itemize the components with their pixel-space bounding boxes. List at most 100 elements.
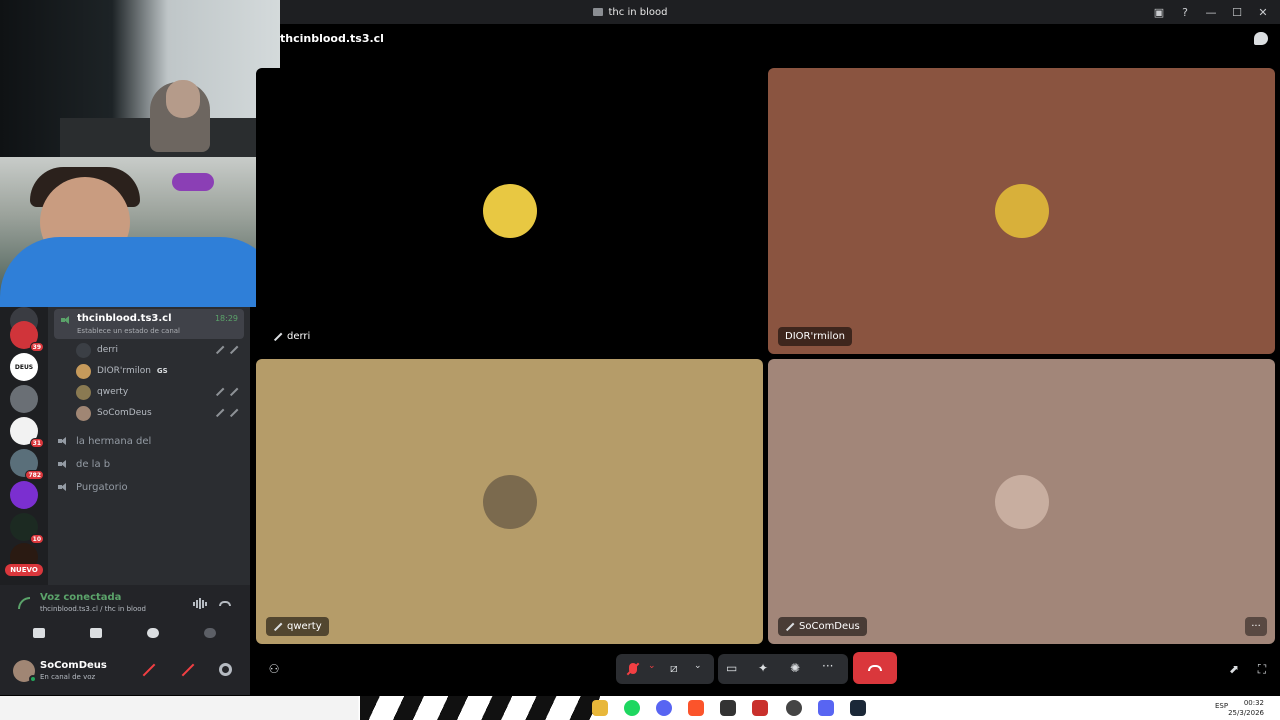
video-tile[interactable]: DIOR'rmilon bbox=[768, 68, 1275, 354]
muted-icon bbox=[273, 332, 283, 342]
discord-icon[interactable] bbox=[818, 700, 834, 716]
server-icon-4[interactable]: 31 bbox=[10, 417, 44, 448]
mic-camera-group: ⌄ ⧄ ⌄ bbox=[616, 654, 714, 684]
camera-off-icon bbox=[33, 628, 45, 638]
muted-icon bbox=[214, 345, 224, 355]
disconnect-icon[interactable] bbox=[219, 601, 231, 606]
mic-muted-icon[interactable] bbox=[626, 662, 640, 676]
more-icon[interactable]: ··· bbox=[822, 659, 833, 673]
camera-off-button[interactable] bbox=[12, 622, 66, 644]
headphones-deafened-icon[interactable] bbox=[181, 663, 195, 677]
online-status-dot bbox=[29, 675, 37, 683]
noise-suppression-icon[interactable] bbox=[193, 598, 207, 609]
voice-channel[interactable]: de la b bbox=[58, 455, 110, 473]
voice-channel-name: Purgatorio bbox=[76, 481, 128, 493]
app-icon[interactable] bbox=[786, 700, 802, 716]
invite-user-icon[interactable]: ⚇ bbox=[262, 654, 286, 684]
server-icon-deus[interactable]: DEUS bbox=[10, 353, 38, 381]
member-name: DIOR'rmilon bbox=[97, 366, 151, 376]
voice-channel[interactable]: Purgatorio bbox=[58, 478, 128, 496]
gear-icon[interactable] bbox=[219, 663, 232, 676]
close-button[interactable]: ✕ bbox=[1252, 2, 1274, 22]
voice-member[interactable]: DIOR'rmilon GS bbox=[76, 362, 242, 380]
fullscreen-icon[interactable]: ⛶ bbox=[1252, 654, 1272, 684]
help-icon[interactable]: ? bbox=[1174, 2, 1196, 22]
leave-call-button[interactable] bbox=[853, 652, 897, 684]
chevron-down-icon[interactable]: ⌄ bbox=[694, 661, 702, 671]
video-tile[interactable]: derri bbox=[256, 68, 763, 354]
avatar bbox=[995, 475, 1049, 529]
soundboard-icon[interactable]: ✺ bbox=[790, 661, 800, 675]
video-tile[interactable]: SoComDeus ··· bbox=[768, 359, 1275, 644]
app-icon[interactable] bbox=[656, 700, 672, 716]
inbox-icon[interactable]: ▣ bbox=[1148, 2, 1170, 22]
member-tag: GS bbox=[156, 367, 168, 375]
server-icon-6[interactable] bbox=[10, 481, 38, 509]
avatar bbox=[76, 405, 91, 421]
server-icon-5[interactable]: 782 bbox=[10, 449, 44, 480]
camera-off-icon[interactable]: ⧄ bbox=[670, 661, 678, 676]
maximize-button[interactable]: ☐ bbox=[1226, 2, 1248, 22]
more-options-button[interactable]: ··· bbox=[1245, 617, 1267, 636]
window-app-icon bbox=[592, 8, 603, 16]
voice-member[interactable]: SoComDeus bbox=[76, 404, 242, 422]
deafened-icon bbox=[228, 345, 238, 355]
chat-icon[interactable] bbox=[1254, 32, 1268, 45]
clock-date: 25/3/2026 bbox=[1228, 709, 1264, 717]
screen-share-icon[interactable]: ▭ bbox=[726, 661, 737, 675]
mic-muted-icon[interactable] bbox=[142, 663, 156, 677]
clock[interactable]: 00:32 25/3/2026 bbox=[1228, 698, 1264, 718]
call-controls: ⚇ ⌄ ⧄ ⌄ ▭ ✦ ✺ ··· ⬈ ⛶ bbox=[256, 648, 1280, 690]
minimize-button[interactable]: — bbox=[1200, 2, 1222, 22]
file-explorer-icon[interactable] bbox=[592, 700, 608, 716]
voice-channel[interactable]: la hermana del bbox=[58, 432, 151, 450]
voice-connected-title[interactable]: Voz conectada bbox=[40, 592, 121, 603]
server-icon-1[interactable]: 39 bbox=[10, 321, 44, 352]
voice-connected-subtitle[interactable]: thcinblood.ts3.cl / thc in blood bbox=[40, 605, 146, 613]
share-activity-group: ▭ ✦ ✺ ··· bbox=[718, 654, 848, 684]
participant-name: derri bbox=[287, 331, 311, 342]
video-tile[interactable]: qwerty bbox=[256, 359, 763, 644]
popout-icon[interactable]: ⬈ bbox=[1224, 654, 1244, 684]
chevron-down-icon[interactable]: ⌄ bbox=[648, 661, 656, 671]
soundboard-icon bbox=[204, 628, 216, 638]
deafened-icon bbox=[228, 408, 238, 418]
channel-status-hint[interactable]: Establece un estado de canal bbox=[77, 327, 180, 335]
webcam-overlay-guest bbox=[0, 157, 280, 307]
voice-member[interactable]: derri bbox=[76, 341, 242, 359]
screen-share-button[interactable] bbox=[69, 622, 123, 644]
server-icon-7[interactable]: 10 bbox=[10, 513, 44, 544]
avatar bbox=[76, 363, 91, 379]
new-badge[interactable]: NUEVO bbox=[5, 564, 43, 576]
deafened-icon bbox=[228, 387, 238, 397]
brave-icon[interactable] bbox=[688, 700, 704, 716]
server-rail: 39 DEUS 31 782 10 NUEVO bbox=[0, 307, 48, 585]
participant-label: SoComDeus bbox=[778, 617, 867, 636]
phone-hangup-icon bbox=[868, 665, 882, 671]
app-icon[interactable] bbox=[752, 700, 768, 716]
app-icon[interactable] bbox=[720, 700, 736, 716]
active-voice-channel[interactable]: thcinblood.ts3.cl Establece un estado de… bbox=[54, 309, 244, 339]
user-name[interactable]: SoComDeus bbox=[40, 660, 107, 671]
window-title-bar: thc in blood ▣ ? — ☐ ✕ bbox=[280, 0, 1280, 24]
steam-icon[interactable] bbox=[850, 700, 866, 716]
webcam-overlay-streamer bbox=[0, 0, 280, 157]
webcam-person-head bbox=[166, 80, 200, 118]
user-status: En canal de voz bbox=[40, 673, 96, 681]
active-channel-name: thcinblood.ts3.cl bbox=[77, 313, 172, 324]
taskbar-wallpaper-stripes bbox=[360, 696, 600, 720]
voice-member[interactable]: qwerty bbox=[76, 383, 242, 401]
keyboard-language[interactable]: ESP bbox=[1215, 702, 1228, 710]
avatar bbox=[995, 184, 1049, 238]
muted-icon bbox=[214, 387, 224, 397]
soundboard-button[interactable] bbox=[183, 622, 237, 644]
activities-button[interactable] bbox=[126, 622, 180, 644]
connection-signal-icon[interactable] bbox=[18, 597, 30, 609]
call-server-name: thcinblood.ts3.cl bbox=[280, 32, 384, 45]
speaker-icon bbox=[61, 315, 71, 325]
server-icon-3[interactable] bbox=[10, 385, 38, 413]
devil-emoji-icon bbox=[172, 173, 214, 191]
window-title-text: thc in blood bbox=[608, 6, 668, 18]
activities-icon[interactable]: ✦ bbox=[758, 661, 768, 675]
spotify-icon[interactable] bbox=[624, 700, 640, 716]
